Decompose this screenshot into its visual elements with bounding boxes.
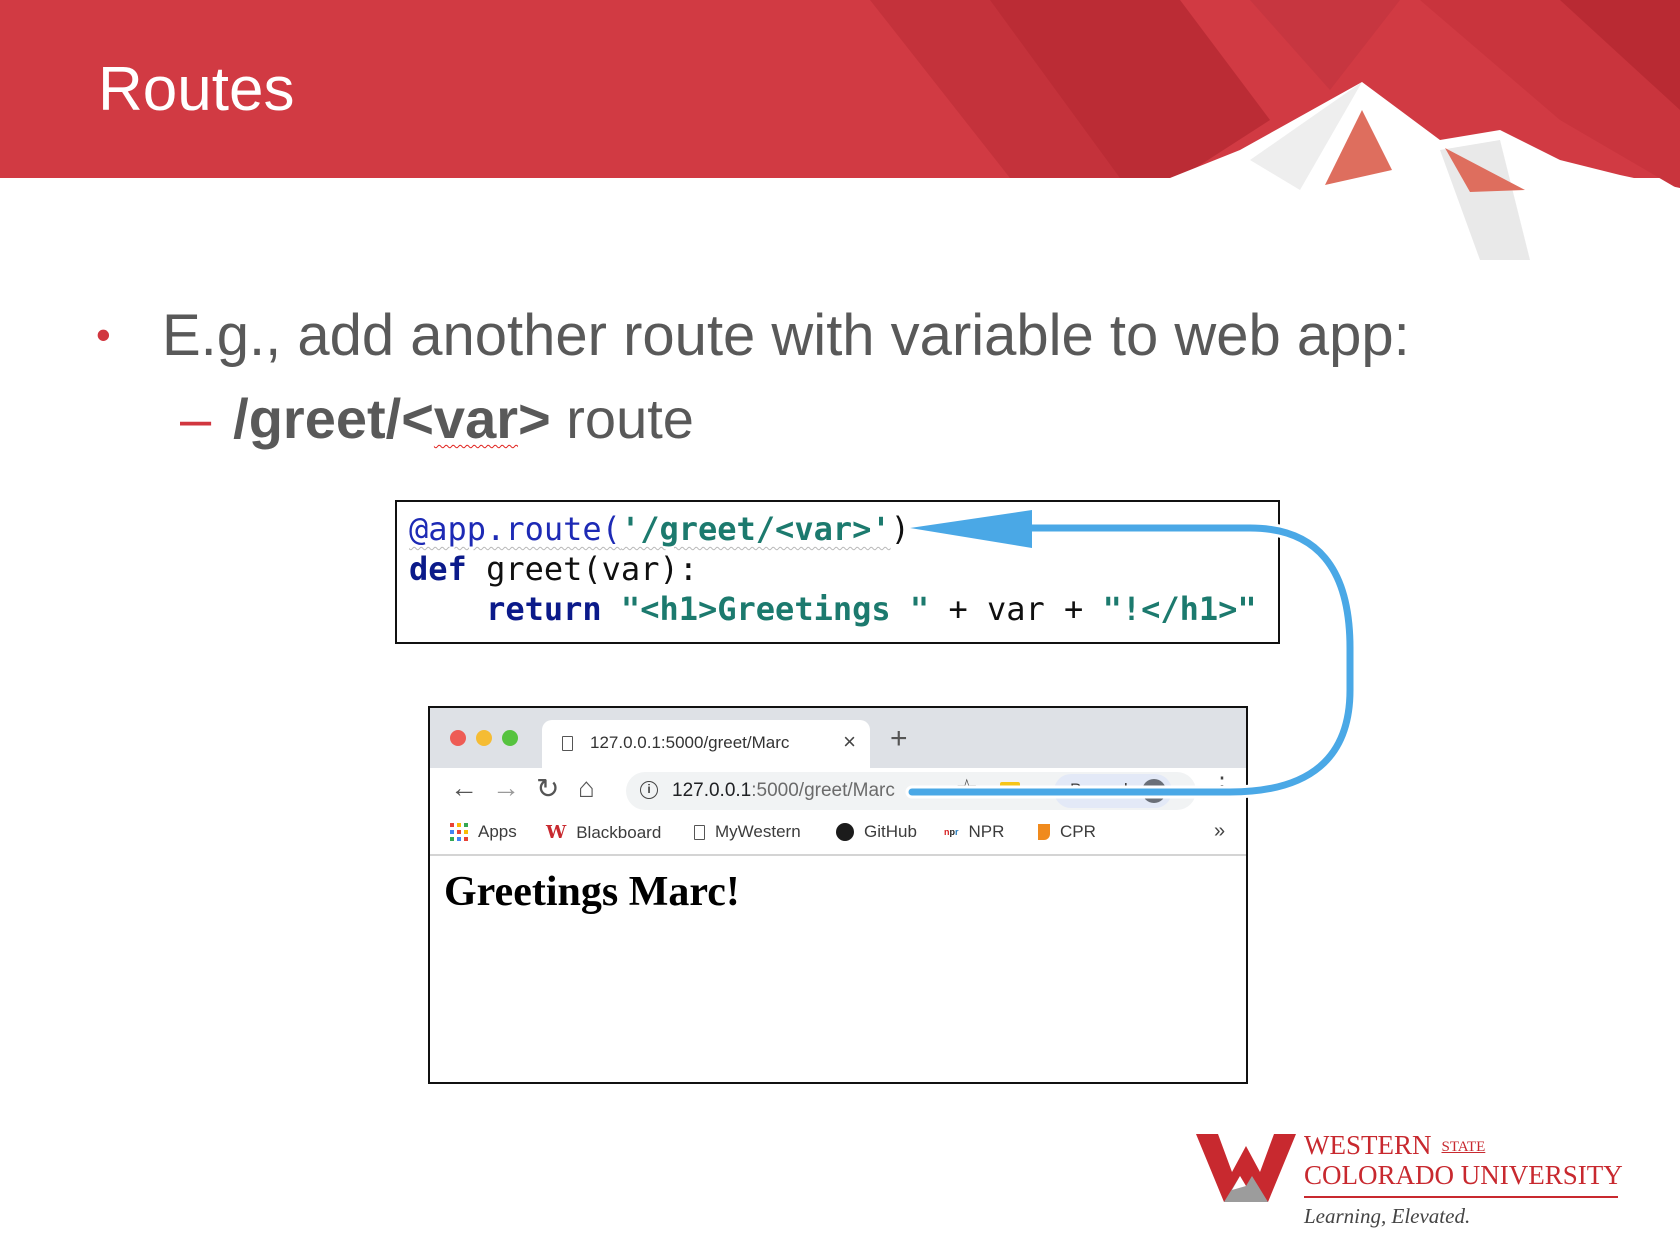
logo-line1: WESTERN STATE: [1304, 1130, 1485, 1161]
logo-state: STATE: [1441, 1139, 1486, 1155]
w-mountain-logo: [1196, 1134, 1296, 1202]
slide: Routes • E.g., add another route with va…: [0, 0, 1680, 1260]
connector-arrow: [905, 510, 1357, 799]
university-logo: WESTERN STATE COLORADO UNIVERSITY Learnin…: [1192, 1128, 1632, 1238]
logo-western: WESTERN: [1304, 1130, 1432, 1160]
logo-tagline: Learning, Elevated.: [1304, 1204, 1471, 1228]
logo-line2: COLORADO UNIVERSITY: [1304, 1160, 1623, 1190]
logo-divider: [1304, 1196, 1618, 1198]
